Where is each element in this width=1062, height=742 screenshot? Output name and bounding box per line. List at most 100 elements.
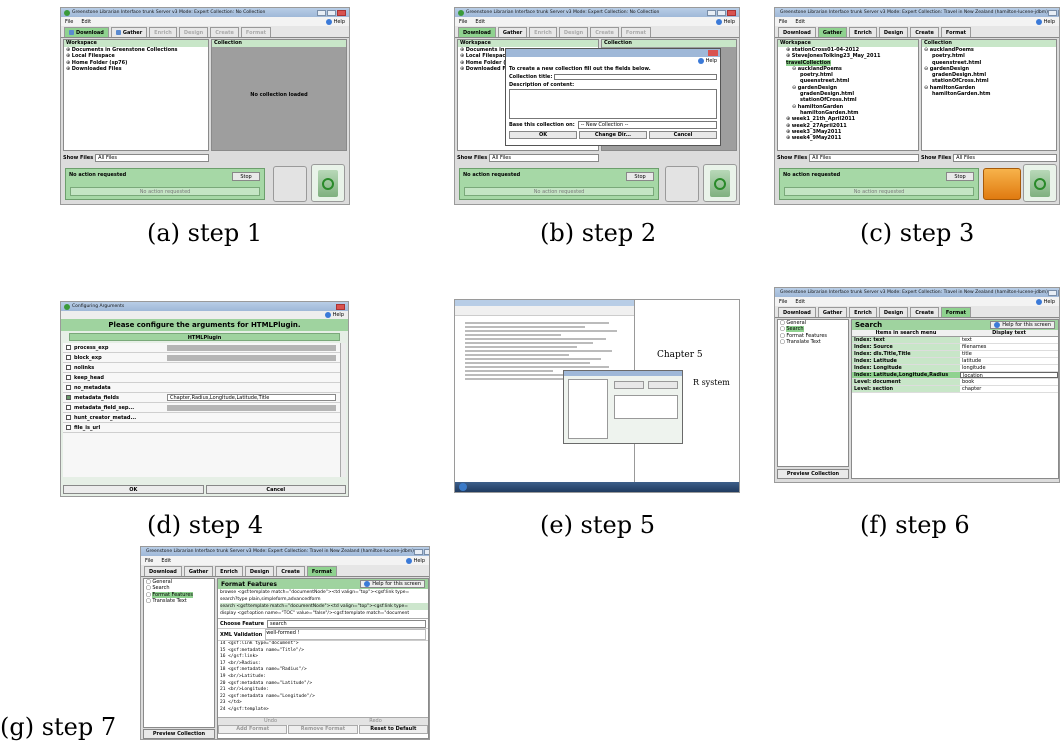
- row-display-text[interactable]: book: [960, 379, 1058, 385]
- maximize-icon[interactable]: [423, 548, 429, 555]
- arg-row[interactable]: no_metadata: [63, 383, 346, 393]
- tab-enrich[interactable]: Enrich: [529, 27, 557, 37]
- row-display-text[interactable]: location: [960, 372, 1058, 379]
- dialog-button[interactable]: [614, 381, 644, 389]
- tab-create[interactable]: Create: [910, 307, 939, 317]
- help-screen-button[interactable]: Help for this screen: [360, 580, 425, 588]
- table-row[interactable]: Index: dls.Title,Title title: [852, 351, 1058, 358]
- table-row[interactable]: Index: Latitude latitude: [852, 358, 1058, 365]
- menu-edit[interactable]: Edit: [161, 558, 171, 564]
- tab-download[interactable]: Download: [64, 27, 109, 37]
- maximize-icon[interactable]: [327, 9, 336, 16]
- cancel-button[interactable]: Cancel: [205, 485, 346, 494]
- minimize-icon[interactable]: [317, 9, 326, 16]
- tab-format[interactable]: Format: [940, 27, 972, 37]
- recycle-bin-icon[interactable]: [703, 164, 737, 202]
- minimize-icon[interactable]: [1047, 289, 1057, 296]
- close-icon[interactable]: [708, 50, 718, 56]
- table-row[interactable]: Index: Latitude,Longitude,Radius location: [852, 372, 1058, 379]
- feature-line[interactable]: search <gsf:template match="documentNode…: [220, 603, 428, 610]
- tab-gather[interactable]: Gather: [497, 27, 528, 37]
- tab-create[interactable]: Create: [210, 27, 239, 37]
- help-button[interactable]: Help: [1035, 18, 1055, 25]
- tab-create[interactable]: Create: [276, 566, 305, 576]
- tree-item[interactable]: ⊕ Downloaded Files: [64, 66, 208, 72]
- menu-edit[interactable]: Edit: [475, 19, 485, 25]
- show-files-select[interactable]: All Files: [95, 154, 209, 162]
- stop-button[interactable]: Stop: [232, 172, 260, 181]
- arg-row[interactable]: file_is_url: [63, 423, 346, 433]
- ok-button[interactable]: OK: [509, 131, 577, 139]
- arg-row[interactable]: hunt_creator_metad...: [63, 413, 346, 423]
- close-icon[interactable]: [727, 9, 736, 16]
- recycle-bin-icon[interactable]: [311, 164, 345, 202]
- stop-button[interactable]: Stop: [946, 172, 974, 181]
- tab-download[interactable]: Download: [778, 27, 816, 37]
- workspace-tree[interactable]: Workspace ⊕ stationCross01-04-2012 ⊕ Ste…: [777, 39, 919, 151]
- tab-enrich[interactable]: Enrich: [215, 566, 243, 576]
- menu-edit[interactable]: Edit: [81, 19, 91, 25]
- feature-line[interactable]: search?type plain,simpleform,advancedfor…: [220, 596, 428, 603]
- tab-design[interactable]: Design: [178, 27, 209, 37]
- scrollbar[interactable]: [340, 343, 346, 477]
- table-row[interactable]: Index: Source filenames: [852, 344, 1058, 351]
- tab-design[interactable]: Design: [878, 27, 909, 37]
- reset-default-button[interactable]: Reset to Default: [358, 725, 428, 734]
- ok-button[interactable]: OK: [63, 485, 204, 494]
- tab-enrich[interactable]: Enrich: [149, 27, 177, 37]
- checkbox-checked[interactable]: [66, 395, 71, 400]
- arg-row-metadata-fields[interactable]: metadata_fields Chapter,Radius,LongItude,…: [63, 393, 346, 403]
- tab-design[interactable]: Design: [244, 566, 275, 576]
- help-button[interactable]: Help: [1035, 298, 1055, 305]
- tab-download[interactable]: Download: [778, 307, 816, 317]
- minimize-icon[interactable]: [413, 548, 423, 555]
- change-dir-button[interactable]: Change Dir...: [579, 131, 647, 139]
- tab-gather[interactable]: Gather: [110, 27, 148, 37]
- tab-enrich[interactable]: Enrich: [849, 27, 877, 37]
- table-row[interactable]: Level: document book: [852, 379, 1058, 386]
- checkbox[interactable]: [66, 355, 71, 360]
- table-row[interactable]: Index: text text: [852, 337, 1058, 344]
- arg-row[interactable]: block_exp: [63, 353, 346, 363]
- tab-format[interactable]: Format: [306, 566, 338, 576]
- remove-format-button[interactable]: Remove Format: [288, 725, 358, 734]
- menu-file[interactable]: File: [459, 19, 467, 25]
- maximize-icon[interactable]: [1057, 9, 1059, 16]
- menu-file[interactable]: File: [65, 19, 73, 25]
- arg-row[interactable]: metadata_field_sep...: [63, 403, 346, 413]
- tab-gather[interactable]: Gather: [817, 27, 848, 37]
- tab-gather[interactable]: Gather: [183, 566, 214, 576]
- description-textarea[interactable]: [509, 89, 717, 119]
- close-icon[interactable]: [337, 9, 346, 16]
- row-display-text[interactable]: title: [960, 351, 1058, 357]
- code-editor[interactable]: 14 <gsf:link type="document"> 15 <gsf:met…: [218, 641, 428, 717]
- collection-tree[interactable]: Collection ⊖ aucklandPoems poetry.html q…: [921, 39, 1057, 151]
- checkbox[interactable]: [66, 405, 71, 410]
- checkbox[interactable]: [66, 415, 71, 420]
- checkbox[interactable]: [66, 425, 71, 430]
- row-display-text[interactable]: chapter: [960, 386, 1058, 392]
- table-row[interactable]: Level: section chapter: [852, 386, 1058, 393]
- menu-edit[interactable]: Edit: [795, 19, 805, 25]
- preview-collection-button[interactable]: Preview Collection: [143, 729, 215, 739]
- checkbox[interactable]: [66, 375, 71, 380]
- table-row[interactable]: Index: Longitude longitude: [852, 365, 1058, 372]
- tree-item[interactable]: hamiltonGarden.htm: [922, 91, 1056, 97]
- menu-file[interactable]: File: [779, 299, 787, 305]
- dialog-button[interactable]: [648, 381, 678, 389]
- minimize-icon[interactable]: [707, 9, 716, 16]
- feature-line[interactable]: display <gsf:option name="TOC" value="fa…: [220, 610, 428, 617]
- arg-row[interactable]: keep_head: [63, 373, 346, 383]
- tab-format[interactable]: Format: [240, 27, 272, 37]
- undo-button[interactable]: Undo: [218, 718, 323, 725]
- dialog-options[interactable]: [614, 395, 678, 419]
- row-display-text[interactable]: text: [960, 337, 1058, 343]
- tab-create[interactable]: Create: [910, 27, 939, 37]
- tab-format[interactable]: Format: [620, 27, 652, 37]
- minimize-icon[interactable]: [1047, 9, 1057, 16]
- menu-file[interactable]: File: [145, 558, 153, 564]
- preview-collection-button[interactable]: Preview Collection: [777, 469, 849, 479]
- feature-line[interactable]: browse <gsf:template match="documentNode…: [220, 589, 428, 596]
- menu-edit[interactable]: Edit: [795, 299, 805, 305]
- collection-title-input[interactable]: [554, 74, 717, 80]
